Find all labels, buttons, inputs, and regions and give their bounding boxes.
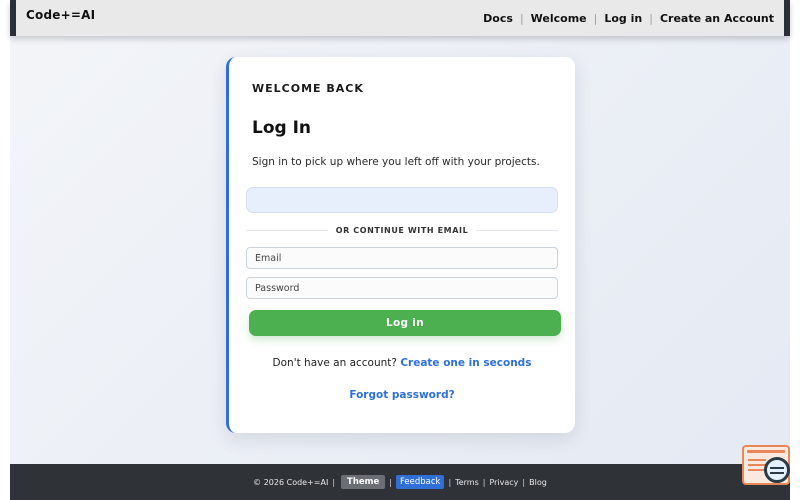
signup-prompt: Don't have an account? Create one in sec… — [229, 357, 575, 369]
nav-link-welcome[interactable]: Welcome — [531, 12, 587, 25]
widget-lines — [748, 459, 766, 461]
footer-link-terms[interactable]: Terms — [455, 478, 479, 487]
page-footer: © 2026 Code+=AI | Theme | Feedback | Ter… — [10, 464, 790, 500]
divider-label: OR CONTINUE WITH EMAIL — [335, 225, 469, 235]
forgot-password-link[interactable]: Forgot password? — [349, 389, 454, 401]
divider-line — [246, 229, 328, 231]
footer-separator: | — [332, 477, 336, 487]
footer-separator: | — [389, 477, 392, 487]
login-card: WELCOME BACK Log In Sign in to pick up w… — [226, 57, 575, 433]
nav-separator: | — [519, 11, 524, 25]
page-title: Log In — [252, 118, 312, 138]
oauth-sign-in-button[interactable] — [246, 187, 558, 213]
chat-widget-icon[interactable] — [742, 445, 790, 485]
signup-prompt-text: Don't have an account? — [272, 357, 397, 369]
email-divider: OR CONTINUE WITH EMAIL — [246, 223, 558, 237]
feedback-button[interactable]: Feedback — [396, 475, 445, 489]
widget-titlebar — [747, 450, 785, 453]
email-field[interactable] — [246, 247, 558, 269]
password-field[interactable] — [246, 277, 558, 299]
login-eyebrow: WELCOME BACK — [252, 82, 364, 95]
brand-logo[interactable]: Code+=AI — [26, 8, 95, 22]
copyright-text: © 2026 Code+=AI — [253, 477, 329, 487]
login-submit-button[interactable]: Log in — [249, 310, 561, 336]
footer-link-blog[interactable]: Blog — [529, 478, 547, 487]
nav-link-create-account[interactable]: Create an Account — [660, 12, 774, 25]
signup-link[interactable]: Create one in seconds — [400, 357, 531, 369]
footer-separator: | — [522, 477, 526, 487]
window-frame-left — [0, 0, 10, 500]
divider-line — [476, 229, 558, 231]
nav-link-docs[interactable]: Docs — [483, 12, 513, 25]
nav-separator: | — [649, 11, 653, 25]
top-navbar: Code+=AI Docs | Welcome | Log in | Creat… — [10, 0, 790, 36]
nav-links: Docs | Welcome | Log in | Create an Acco… — [483, 12, 774, 25]
forgot-password-row: Forgot password? — [229, 389, 575, 401]
theme-toggle-button[interactable]: Theme — [341, 475, 386, 489]
window-frame-right — [790, 0, 800, 500]
nav-separator: | — [593, 11, 598, 25]
nav-link-login[interactable]: Log in — [604, 12, 642, 25]
widget-chat-bubble-icon — [764, 457, 790, 483]
footer-separator: | — [448, 477, 452, 487]
login-subtitle: Sign in to pick up where you left off wi… — [252, 156, 540, 168]
footer-link-privacy[interactable]: Privacy — [489, 478, 518, 487]
footer-separator: | — [482, 477, 486, 487]
